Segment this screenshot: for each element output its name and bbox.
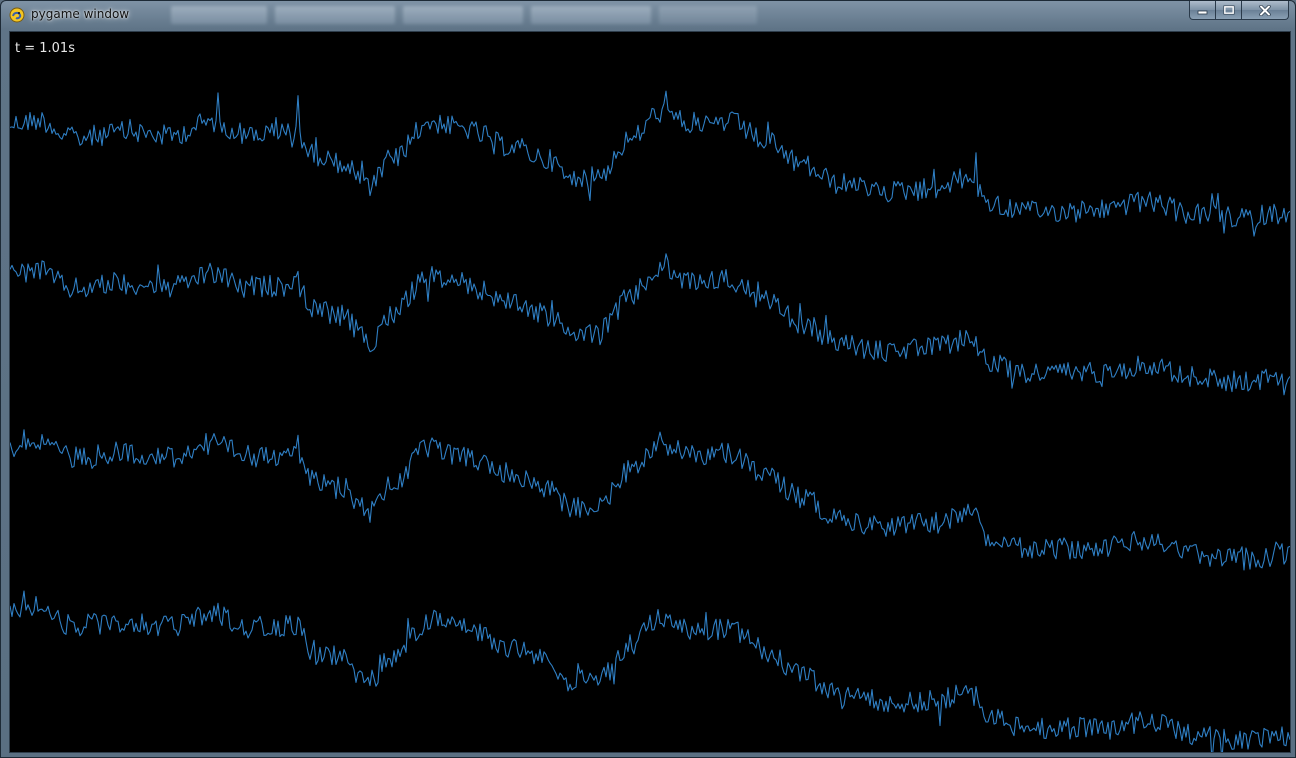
close-button[interactable] [1242,1,1289,20]
blurred-taskbar-item [403,6,523,24]
caption-buttons [1189,1,1289,21]
pygame-canvas[interactable]: t = 1.01s [9,31,1291,753]
blurred-taskbar-item [659,6,757,24]
pygame-window: pygame window t = 1.01s [0,0,1296,758]
minimize-icon [1197,10,1208,14]
waveform-trace-4 [10,590,1290,752]
close-icon [1259,4,1271,16]
maximize-button[interactable] [1216,1,1242,20]
waveform-trace-1 [10,90,1290,237]
blurred-taskbar-item [275,6,395,24]
blurred-taskbar-item [171,6,267,24]
minimize-button[interactable] [1189,1,1216,20]
blurred-taskbar-item [531,6,651,24]
waveform-plot [10,90,1290,752]
window-title: pygame window [31,7,130,21]
waveform-trace-3 [10,429,1290,571]
maximize-icon [1223,5,1234,15]
waveform-trace-2 [10,253,1290,396]
pygame-snake-icon [9,7,25,23]
title-bar[interactable]: pygame window [1,1,1295,29]
time-label: t = 1.01s [15,41,75,56]
